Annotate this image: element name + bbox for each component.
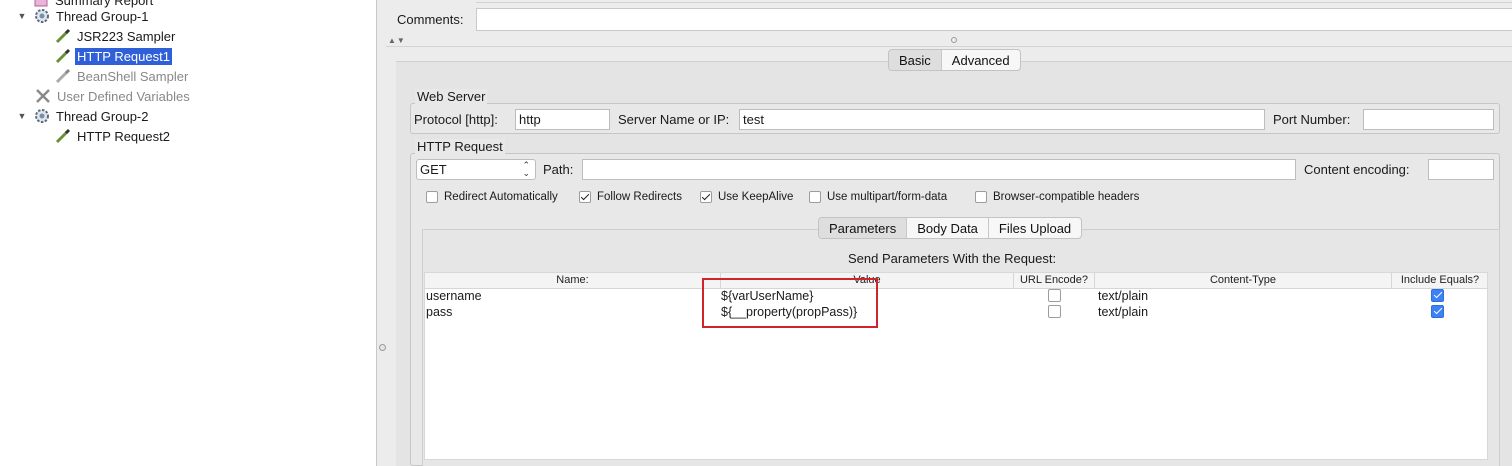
follow-redirects-checkbox[interactable]: Follow Redirects xyxy=(579,191,682,203)
table-header: Name: Value URL Encode? Content-Type Inc… xyxy=(425,273,1487,289)
protocol-label: Protocol [http]: xyxy=(414,112,498,127)
include-equals-checkbox[interactable] xyxy=(1431,289,1444,302)
split-pane-grip[interactable] xyxy=(379,344,386,351)
tab-parameters[interactable]: Parameters xyxy=(819,218,908,238)
http-request-title: HTTP Request xyxy=(415,139,505,154)
gear-icon xyxy=(33,7,51,25)
column-header-content-type[interactable]: Content-Type xyxy=(1095,274,1391,286)
tab-files-upload[interactable]: Files Upload xyxy=(989,218,1081,238)
split-collapse-arrows-icon[interactable]: ▲▼ xyxy=(388,36,406,45)
test-plan-tree[interactable]: Summary Report ▼ Thread Group-1 JSR223 S… xyxy=(0,0,377,466)
content-encoding-input[interactable] xyxy=(1428,159,1494,180)
port-number-label: Port Number: xyxy=(1273,112,1351,127)
pipette-icon xyxy=(54,27,72,45)
column-header-url-encode[interactable]: URL Encode? xyxy=(1014,274,1094,286)
content-type-cell[interactable]: text/plain xyxy=(1098,289,1148,303)
gear-icon xyxy=(33,107,51,125)
param-name-cell[interactable]: pass xyxy=(426,305,452,319)
request-tabbar: Parameters Body Data Files Upload xyxy=(818,217,1083,239)
use-multipart-checkbox[interactable]: Use multipart/form-data xyxy=(809,191,947,203)
tree-item-user-defined-variables[interactable]: User Defined Variables xyxy=(34,86,192,106)
tree-item-thread-group-2[interactable]: ▼ Thread Group-2 xyxy=(17,106,151,126)
tree-item-label: User Defined Variables xyxy=(57,88,190,104)
comments-label: Comments: xyxy=(397,12,464,27)
checkbox-box[interactable] xyxy=(975,191,987,203)
tree-item-label: Thread Group-1 xyxy=(56,8,149,24)
port-number-input[interactable] xyxy=(1363,109,1494,130)
path-label: Path: xyxy=(543,162,574,177)
tree-item-http-request2[interactable]: HTTP Request2 xyxy=(54,126,172,146)
tree-item-label: BeanShell Sampler xyxy=(77,68,189,84)
main-tabbar: Basic Advanced xyxy=(888,49,1021,71)
tree-item-http-request1[interactable]: HTTP Request1 xyxy=(54,46,172,66)
column-header-include-equals[interactable]: Include Equals? xyxy=(1392,274,1488,286)
tree-item-label: Thread Group-2 xyxy=(56,108,149,124)
server-name-label: Server Name or IP: xyxy=(618,112,730,127)
method-select[interactable]: GET ⌃ ⌄ xyxy=(416,159,536,180)
param-name-cell[interactable]: username xyxy=(426,289,482,303)
parameters-table[interactable]: Name: Value URL Encode? Content-Type Inc… xyxy=(424,272,1488,460)
expand-toggle-icon[interactable]: ▼ xyxy=(17,11,27,21)
tree-item-label: HTTP Request2 xyxy=(77,128,170,144)
top-divider xyxy=(476,0,1512,3)
url-encode-checkbox[interactable] xyxy=(1048,305,1061,318)
include-equals-checkbox[interactable] xyxy=(1431,305,1444,318)
pipette-icon xyxy=(54,47,72,65)
server-name-input[interactable]: test xyxy=(739,109,1265,130)
checkbox-label: Use KeepAlive xyxy=(718,191,794,203)
protocol-input[interactable]: http xyxy=(515,109,610,130)
checkbox-label: Redirect Automatically xyxy=(444,191,558,203)
tree-item-jsr223-sampler[interactable]: JSR223 Sampler xyxy=(54,26,177,46)
checkbox-box[interactable] xyxy=(579,191,591,203)
use-keepalive-checkbox[interactable]: Use KeepAlive xyxy=(700,191,793,203)
tree-item-beanshell-sampler[interactable]: BeanShell Sampler xyxy=(54,66,190,86)
column-header-name[interactable]: Name: xyxy=(425,274,720,286)
tab-advanced[interactable]: Advanced xyxy=(942,50,1020,70)
content-encoding-label: Content encoding: xyxy=(1304,162,1410,177)
checkbox-box[interactable] xyxy=(809,191,821,203)
web-server-title: Web Server xyxy=(415,89,488,104)
checkbox-label: Use multipart/form-data xyxy=(827,191,948,203)
tab-basic[interactable]: Basic xyxy=(889,50,942,70)
method-value: GET xyxy=(420,162,447,177)
checkbox-label: Follow Redirects xyxy=(597,191,682,203)
path-input[interactable] xyxy=(582,159,1296,180)
redirect-automatically-checkbox[interactable]: Redirect Automatically xyxy=(426,191,558,203)
expand-toggle-icon[interactable]: ▼ xyxy=(17,111,27,121)
chevron-up-down-icon: ⌃ ⌄ xyxy=(522,160,530,178)
tree-item-label: HTTP Request1 xyxy=(75,47,172,65)
pipette-icon xyxy=(54,127,72,145)
checkbox-box[interactable] xyxy=(700,191,712,203)
url-encode-checkbox[interactable] xyxy=(1048,289,1061,302)
tree-item-thread-group-1[interactable]: ▼ Thread Group-1 xyxy=(17,6,151,26)
checkbox-box[interactable] xyxy=(426,191,438,203)
pipette-icon xyxy=(54,67,72,85)
split-grip-icon[interactable] xyxy=(951,37,957,43)
checkbox-label: Browser-compatible headers xyxy=(993,191,1140,203)
wrench-icon xyxy=(34,87,52,105)
browser-compatible-headers-checkbox[interactable]: Browser-compatible headers xyxy=(975,191,1139,203)
comments-field[interactable] xyxy=(476,8,1512,31)
tab-body-data[interactable]: Body Data xyxy=(907,218,989,238)
annotation-highlight-box xyxy=(702,278,878,328)
content-type-cell[interactable]: text/plain xyxy=(1098,305,1148,319)
tree-item-label: JSR223 Sampler xyxy=(77,28,176,44)
send-parameters-title: Send Parameters With the Request: xyxy=(848,251,1057,266)
split-divider xyxy=(386,46,1512,47)
